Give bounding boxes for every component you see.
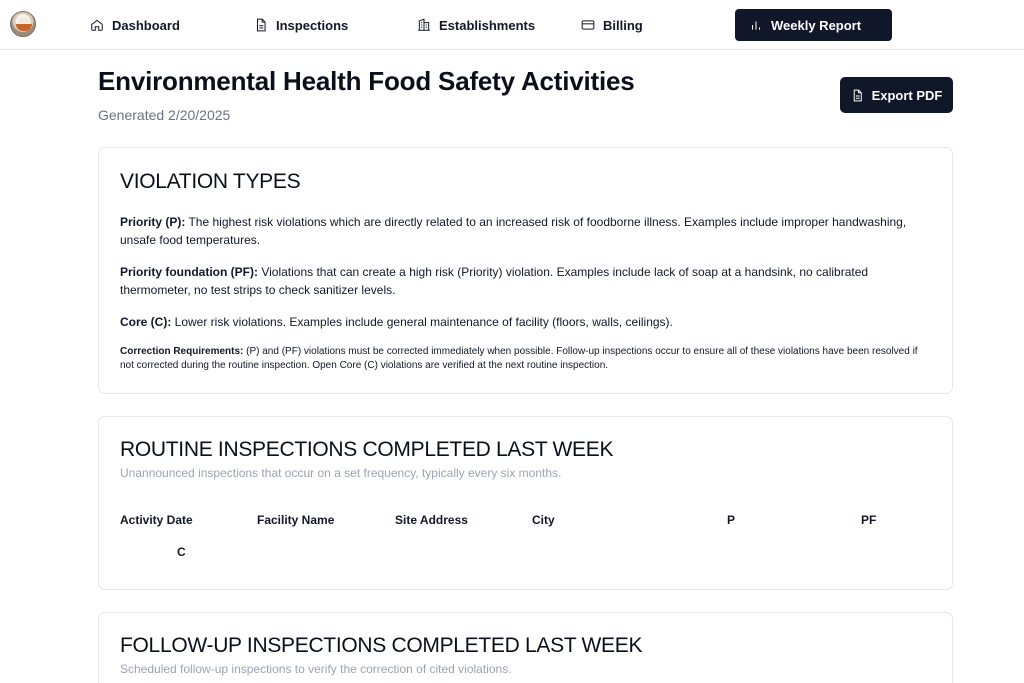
column-site-address[interactable]: Site Address — [395, 513, 468, 527]
nav-billing[interactable]: Billing — [573, 9, 651, 41]
nav-establishments-label: Establishments — [439, 17, 536, 33]
column-activity-date[interactable]: Activity Date — [120, 513, 193, 527]
core-text: Lower risk violations. Examples include … — [171, 315, 673, 329]
core-definition: Core (C): Lower risk violations. Example… — [120, 313, 931, 331]
core-term: Core (C): — [120, 315, 172, 329]
credit-card-icon — [581, 20, 595, 30]
priority-definition: Priority (P): The highest risk violation… — [120, 213, 931, 249]
nav-billing-label: Billing — [603, 17, 643, 33]
priority-term: Priority (P): — [120, 215, 186, 229]
followup-inspections-subtitle: Scheduled follow-up inspections to verif… — [120, 662, 512, 676]
correction-term: Correction Requirements: — [120, 346, 244, 357]
routine-inspections-title: ROUTINE INSPECTIONS COMPLETED LAST WEEK — [120, 438, 614, 461]
logo-bowl-shape — [16, 24, 32, 31]
document-icon — [257, 18, 266, 32]
nav-weekly-report[interactable]: Weekly Report — [735, 9, 892, 41]
violation-types-title: VIOLATION TYPES — [120, 170, 301, 193]
building-icon — [418, 18, 430, 31]
nav-weekly-report-label: Weekly Report — [771, 17, 862, 33]
generated-date: Generated 2/20/2025 — [98, 107, 231, 123]
routine-inspections-card: ROUTINE INSPECTIONS COMPLETED LAST WEEK … — [98, 416, 953, 590]
column-core[interactable]: C — [177, 545, 186, 559]
bar-chart-icon — [752, 21, 760, 30]
priority-foundation-term: Priority foundation (PF): — [120, 265, 258, 279]
violation-types-card: VIOLATION TYPES Priority (P): The highes… — [98, 147, 953, 394]
followup-inspections-title: FOLLOW-UP INSPECTIONS COMPLETED LAST WEE… — [120, 634, 643, 657]
column-priority[interactable]: P — [727, 513, 735, 527]
correction-requirements: Correction Requirements: (P) and (PF) vi… — [120, 345, 931, 373]
nav-establishments[interactable]: Establishments — [409, 9, 543, 41]
top-navigation: Dashboard Inspections Establishments Bil… — [0, 0, 1024, 50]
home-icon — [91, 19, 103, 31]
page-title: Environmental Health Food Safety Activit… — [98, 66, 635, 96]
nav-inspections[interactable]: Inspections — [246, 9, 356, 41]
nav-dashboard[interactable]: Dashboard — [82, 9, 188, 41]
document-icon — [853, 89, 862, 101]
app-logo[interactable] — [10, 11, 36, 37]
export-pdf-label: Export PDF — [871, 87, 943, 103]
table-header: Activity Date Facility Name Site Address… — [120, 513, 932, 531]
column-city[interactable]: City — [532, 513, 555, 527]
column-priority-foundation[interactable]: PF — [861, 513, 876, 527]
logo-steam-shape — [19, 18, 29, 23]
column-facility-name[interactable]: Facility Name — [257, 513, 334, 527]
nav-dashboard-label: Dashboard — [112, 17, 180, 33]
followup-inspections-card: FOLLOW-UP INSPECTIONS COMPLETED LAST WEE… — [98, 612, 953, 683]
priority-text: The highest risk violations which are di… — [120, 215, 907, 247]
routine-inspections-subtitle: Unannounced inspections that occur on a … — [120, 466, 562, 480]
nav-inspections-label: Inspections — [276, 17, 349, 33]
export-pdf-button[interactable]: Export PDF — [840, 77, 953, 113]
priority-foundation-definition: Priority foundation (PF): Violations tha… — [120, 263, 931, 299]
